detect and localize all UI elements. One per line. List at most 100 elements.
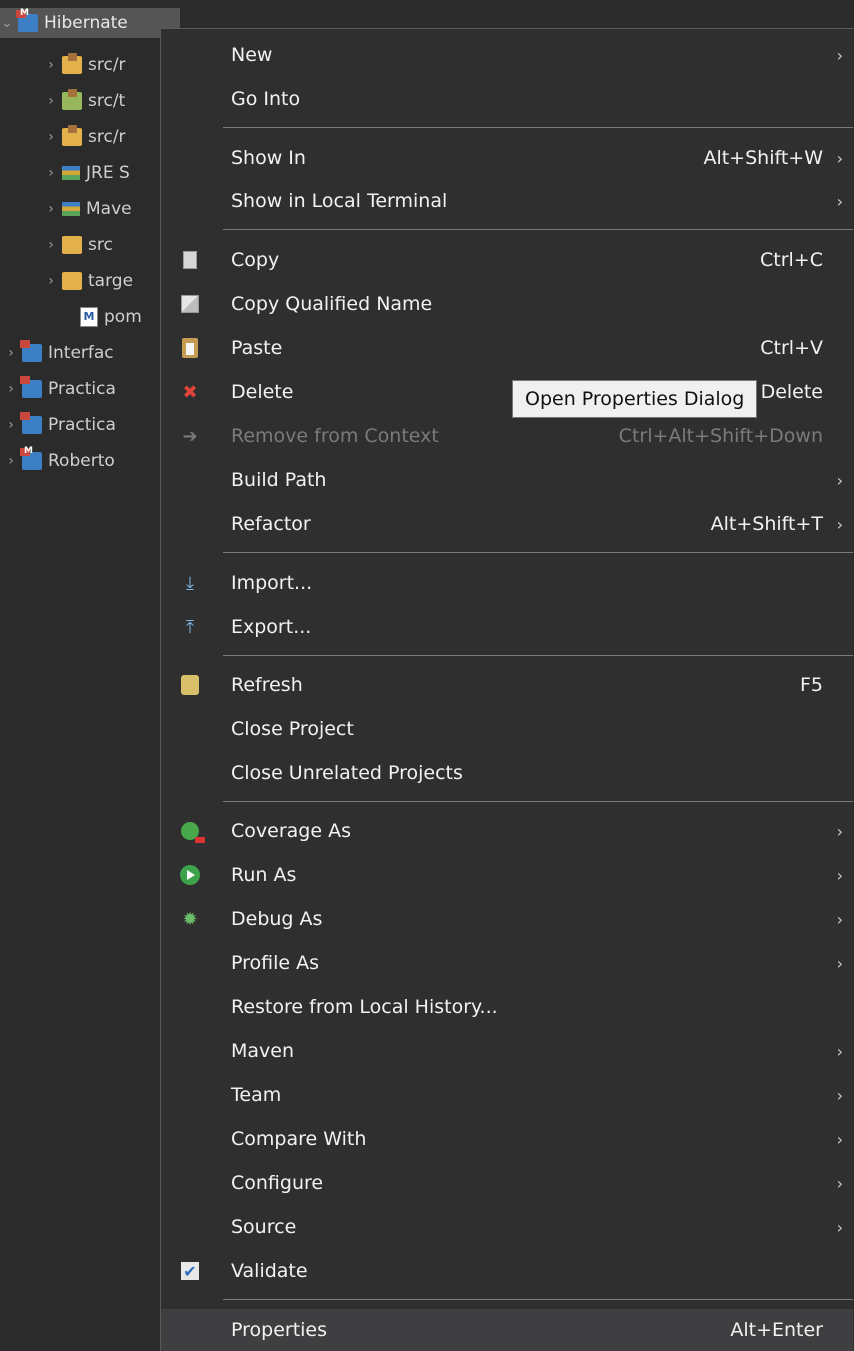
menu-separator: [223, 1299, 853, 1300]
tree-item-interfaces[interactable]: › Interfac: [4, 338, 114, 368]
tree-item-jre-system-library[interactable]: › JRE S: [44, 158, 130, 188]
tree-item-label: Hibernate: [44, 13, 128, 33]
run-icon: [179, 864, 201, 886]
menu-item-debug-as[interactable]: ✹ Debug As ›: [161, 899, 853, 939]
menu-item-copy-qualified-name[interactable]: Copy Qualified Name: [161, 284, 853, 324]
chevron-right-icon[interactable]: ›: [44, 129, 58, 145]
chevron-right-icon[interactable]: ›: [4, 381, 18, 397]
submenu-arrow-icon: ›: [836, 470, 843, 490]
tree-item-pom[interactable]: M pom: [62, 302, 142, 332]
chevron-right-icon[interactable]: ›: [44, 57, 58, 73]
menu-item-close-project[interactable]: Close Project: [161, 709, 853, 749]
menu-item-label: Configure: [231, 1172, 324, 1194]
tree-item-label: src: [88, 235, 113, 255]
menu-item-label: Remove from Context: [231, 425, 439, 447]
menu-item-properties[interactable]: Properties Alt+Enter: [161, 1309, 853, 1351]
tree-item-practica-2[interactable]: › Practica: [4, 410, 116, 440]
menu-item-label: Restore from Local History...: [231, 996, 498, 1018]
menu-item-run-as[interactable]: Run As ›: [161, 855, 853, 895]
tree-item-label: src/r: [88, 127, 126, 147]
menu-item-export[interactable]: ⤒ Export...: [161, 607, 853, 647]
chevron-right-icon[interactable]: ›: [44, 237, 58, 253]
menu-item-label: Source: [231, 1216, 297, 1238]
submenu-arrow-icon: ›: [836, 865, 843, 885]
menu-item-coverage-as[interactable]: Coverage As ›: [161, 811, 853, 851]
submenu-arrow-icon: ›: [836, 1173, 843, 1193]
tree-item-target[interactable]: › targe: [44, 266, 133, 296]
menu-item-label: Show in Local Terminal: [231, 190, 448, 212]
tree-item-label: Practica: [48, 415, 116, 435]
chevron-right-icon[interactable]: ›: [4, 417, 18, 433]
tree-item-label: pom: [104, 307, 142, 327]
menu-item-source[interactable]: Source ›: [161, 1207, 853, 1247]
menu-item-show-in[interactable]: Show In Alt+Shift+W ›: [161, 138, 853, 178]
package-folder-icon: [62, 125, 82, 146]
maven-project-icon: [20, 446, 42, 470]
menu-item-build-path[interactable]: Build Path ›: [161, 460, 853, 500]
menu-item-show-in-local-terminal[interactable]: Show in Local Terminal ›: [161, 181, 853, 221]
menu-item-validate[interactable]: ✔ Validate: [161, 1251, 853, 1291]
tree-item-roberto[interactable]: › Roberto: [4, 446, 115, 476]
menu-item-label: Compare With: [231, 1128, 367, 1150]
chevron-right-icon[interactable]: ›: [44, 93, 58, 109]
tree-item-label: Roberto: [48, 451, 115, 471]
menu-item-copy[interactable]: Copy Ctrl+C: [161, 240, 853, 280]
chevron-right-icon[interactable]: ›: [4, 345, 18, 361]
tree-item-practica-1[interactable]: › Practica: [4, 374, 116, 404]
menu-item-refactor[interactable]: Refactor Alt+Shift+T ›: [161, 504, 853, 544]
menu-item-label: Copy: [231, 249, 280, 271]
debug-icon: ✹: [182, 908, 198, 930]
chevron-right-icon[interactable]: ›: [44, 273, 58, 289]
menu-separator: [223, 801, 853, 802]
tree-item-src-main[interactable]: › src/r: [44, 50, 126, 80]
menu-item-restore-from-local-history[interactable]: Restore from Local History...: [161, 987, 853, 1027]
menu-item-refresh[interactable]: Refresh F5: [161, 665, 853, 705]
menu-item-go-into[interactable]: Go Into: [161, 79, 853, 119]
menu-separator: [223, 229, 853, 230]
tree-item-hibernate[interactable]: ⌄ Hibernate: [0, 8, 180, 38]
menu-item-shortcut: Ctrl+C: [760, 249, 823, 271]
tree-item-src-test[interactable]: › src/t: [44, 86, 125, 116]
submenu-arrow-icon: ›: [836, 514, 843, 534]
menu-item-label: Validate: [231, 1260, 308, 1282]
package-folder-icon: [62, 53, 82, 74]
submenu-arrow-icon: ›: [836, 909, 843, 929]
menu-item-shortcut: F5: [799, 674, 823, 696]
chevron-down-icon[interactable]: ⌄: [0, 15, 14, 31]
submenu-arrow-icon: ›: [836, 191, 843, 211]
menu-item-import[interactable]: ⤓ Import...: [161, 563, 853, 603]
menu-separator: [223, 655, 853, 656]
maven-file-icon: M: [80, 307, 98, 327]
menu-item-label: Close Unrelated Projects: [231, 762, 463, 784]
menu-item-shortcut: Alt+Shift+T: [710, 513, 823, 535]
menu-item-label: Run As: [231, 864, 297, 886]
tree-item-src-resources[interactable]: › src/r: [44, 122, 126, 152]
menu-item-compare-with[interactable]: Compare With ›: [161, 1119, 853, 1159]
submenu-arrow-icon: ›: [836, 148, 843, 168]
menu-item-profile-as[interactable]: Profile As ›: [161, 943, 853, 983]
tree-item-label: targe: [88, 271, 134, 291]
maven-project-icon: [16, 8, 38, 32]
submenu-arrow-icon: ›: [836, 953, 843, 973]
copy-qualified-name-icon: [179, 293, 201, 315]
menu-item-remove-from-context: ➔ Remove from Context Ctrl+Alt+Shift+Dow…: [161, 416, 853, 456]
menu-item-maven[interactable]: Maven ›: [161, 1031, 853, 1071]
menu-item-close-unrelated-projects[interactable]: Close Unrelated Projects: [161, 753, 853, 793]
chevron-right-icon[interactable]: ›: [4, 453, 18, 469]
chevron-right-icon[interactable]: ›: [44, 165, 58, 181]
menu-item-label: Refactor: [231, 513, 311, 535]
tree-item-maven-dependencies[interactable]: › Mave: [44, 194, 131, 224]
menu-item-configure[interactable]: Configure ›: [161, 1163, 853, 1203]
menu-item-new[interactable]: New ›: [161, 35, 853, 75]
tree-item-src[interactable]: › src: [44, 230, 113, 260]
copy-icon: [179, 249, 201, 271]
chevron-right-icon[interactable]: ›: [44, 201, 58, 217]
menu-item-shortcut: Ctrl+Alt+Shift+Down: [618, 425, 823, 447]
tree-item-label: Practica: [48, 379, 116, 399]
menu-item-shortcut: Delete: [760, 381, 823, 403]
menu-item-label: Export...: [231, 616, 312, 638]
menu-item-team[interactable]: Team ›: [161, 1075, 853, 1115]
menu-item-paste[interactable]: Paste Ctrl+V: [161, 328, 853, 368]
folder-icon: [62, 236, 82, 254]
submenu-arrow-icon: ›: [836, 1085, 843, 1105]
